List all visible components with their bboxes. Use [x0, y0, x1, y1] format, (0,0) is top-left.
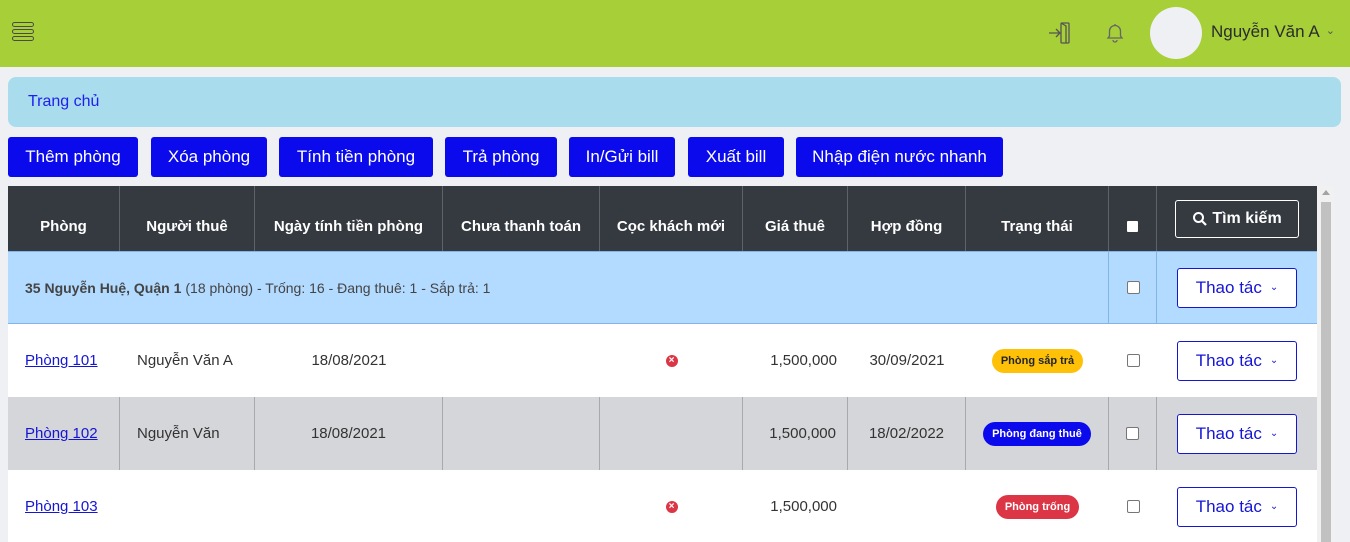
search-label: Tìm kiếm [1212, 209, 1282, 227]
row-checkbox[interactable] [1126, 500, 1140, 513]
print-send-bill-button[interactable]: In/Gửi bill [569, 137, 675, 177]
row-checkbox[interactable] [1126, 354, 1140, 367]
table-row: Phòng 101 Nguyễn Văn A 18/08/2021 × 1,50… [8, 324, 1317, 397]
bell-icon[interactable] [1103, 21, 1127, 45]
billing-date-cell: 18/08/2021 [255, 397, 443, 470]
contract-cell: 18/02/2022 [848, 397, 966, 470]
scrollbar-thumb[interactable] [1321, 202, 1331, 542]
room-link[interactable]: Phòng 102 [25, 425, 98, 442]
unpaid-cell [443, 397, 600, 470]
column-header: Trạng thái [966, 186, 1109, 251]
chevron-down-icon: ⌄ [1269, 282, 1279, 293]
logout-icon[interactable] [1048, 21, 1072, 45]
building-summary: 35 Nguyễn Huệ, Quận 1 (18 phòng) - Trống… [25, 252, 490, 323]
status-cell: Phòng sắp trả [966, 324, 1109, 397]
avatar[interactable] [1150, 7, 1202, 59]
rent-cell: 1,500,000 [770, 352, 837, 369]
room-cell: Phòng 102 [8, 397, 120, 470]
billing-date-cell [255, 470, 443, 542]
row-action-dropdown[interactable]: Thao tác ⌄ [1177, 486, 1297, 527]
unpaid-cell [443, 470, 600, 542]
action-cell: Thao tác ⌄ [1157, 470, 1317, 542]
contract-cell [848, 470, 966, 542]
quick-utility-input-button[interactable]: Nhập điện nước nhanh [796, 137, 1003, 177]
export-bill-button[interactable]: Xuất bill [688, 137, 784, 177]
building-stats: (18 phòng) - Trống: 16 - Đang thuê: 1 - … [185, 279, 491, 296]
group-action-dropdown[interactable]: Thao tác ⌄ [1177, 267, 1297, 308]
delete-room-button[interactable]: Xóa phòng [151, 137, 267, 177]
status-cell: Phòng đang thuê [966, 397, 1109, 470]
status-badge: Phòng trống [995, 494, 1080, 519]
x-circle-icon: × [665, 354, 678, 367]
row-action-dropdown[interactable]: Thao tác ⌄ [1177, 413, 1297, 454]
action-cell: Thao tác ⌄ [1157, 324, 1317, 397]
menu-icon[interactable] [10, 20, 38, 46]
column-header: Hợp đồng [848, 186, 966, 251]
chevron-down-icon: ⌄ [1269, 355, 1279, 366]
action-label: Thao tác [1195, 423, 1262, 443]
column-header: Người thuê [120, 186, 255, 251]
table-row: Phòng 103 × 1,500,000 Phòng trống Thao t… [8, 470, 1317, 542]
chevron-down-icon: ⌄ [1325, 25, 1335, 37]
room-link[interactable]: Phòng 103 [25, 498, 98, 515]
row-checkbox[interactable] [1126, 427, 1139, 440]
unpaid-cell [443, 324, 600, 397]
deposit-cell [600, 397, 743, 470]
group-action-cell: Thao tác ⌄ [1157, 252, 1317, 323]
building-group-row: 35 Nguyễn Huệ, Quận 1 (18 phòng) - Trống… [8, 251, 1317, 324]
rent-cell: 1,500,000 [743, 397, 848, 470]
deposit-cell: × [600, 324, 743, 397]
add-room-button[interactable]: Thêm phòng [8, 137, 138, 177]
group-checkbox[interactable] [1126, 281, 1140, 294]
group-select-cell [1109, 252, 1157, 323]
rent-cell: 1,500,000 [770, 498, 837, 515]
tenant-cell [120, 470, 255, 542]
search-cell: Tìm kiếm [1157, 186, 1317, 251]
table-header: Phòng Người thuê Ngày tính tiền phòng Ch… [8, 186, 1317, 251]
action-label: Thao tác [1195, 277, 1262, 297]
action-cell: Thao tác ⌄ [1157, 397, 1317, 470]
table-row: Phòng 102 Nguyễn Văn 18/08/2021 1,500,00… [8, 397, 1317, 470]
x-circle-icon: × [665, 500, 678, 513]
building-address: 35 Nguyễn Huệ, Quận 1 [25, 279, 182, 296]
action-label: Thao tác [1195, 350, 1262, 370]
column-header: Giá thuê [743, 186, 848, 251]
column-header: Chưa thanh toán [443, 186, 600, 251]
status-cell: Phòng trống [966, 470, 1109, 542]
contract-cell: 30/09/2021 [869, 352, 945, 369]
column-header: Ngày tính tiền phòng [255, 186, 443, 251]
rooms-table: Phòng Người thuê Ngày tính tiền phòng Ch… [8, 186, 1317, 542]
user-menu[interactable]: Nguyễn Văn A ⌄ [1211, 22, 1335, 42]
chevron-down-icon: ⌄ [1269, 501, 1279, 512]
column-header: Phòng [8, 186, 120, 251]
select-all-checkbox[interactable] [1127, 221, 1138, 232]
checkout-room-button[interactable]: Trả phòng [445, 137, 557, 177]
scroll-up-icon[interactable] [1322, 190, 1330, 195]
tenant-cell: Nguyễn Văn A [137, 352, 233, 369]
room-link[interactable]: Phòng 101 [25, 352, 98, 369]
row-action-dropdown[interactable]: Thao tác ⌄ [1177, 340, 1297, 381]
billing-date-cell: 18/08/2021 [311, 352, 387, 369]
select-all-cell [1109, 186, 1157, 251]
status-badge: Phòng đang thuê [983, 421, 1091, 446]
room-cell: Phòng 103 [8, 470, 120, 542]
deposit-cell: × [600, 470, 743, 542]
chevron-down-icon: ⌄ [1269, 428, 1279, 439]
tenant-cell: Nguyễn Văn [120, 397, 255, 470]
select-cell [1109, 324, 1157, 397]
breadcrumb: Trang chủ [8, 77, 1341, 127]
calculate-rent-button[interactable]: Tính tiền phòng [279, 137, 433, 177]
search-button[interactable]: Tìm kiếm [1175, 199, 1299, 238]
room-cell: Phòng 101 [8, 324, 120, 397]
username-label: Nguyễn Văn A [1211, 22, 1320, 41]
vertical-scrollbar[interactable] [1317, 186, 1334, 542]
breadcrumb-home-link[interactable]: Trang chủ [28, 93, 99, 111]
action-label: Thao tác [1195, 496, 1262, 516]
search-icon [1193, 211, 1208, 226]
select-cell [1109, 397, 1157, 470]
status-badge: Phòng sắp trả [991, 348, 1084, 373]
select-cell [1109, 470, 1157, 542]
column-header: Cọc khách mới [600, 186, 743, 251]
top-bar: Nguyễn Văn A ⌄ [0, 0, 1350, 67]
